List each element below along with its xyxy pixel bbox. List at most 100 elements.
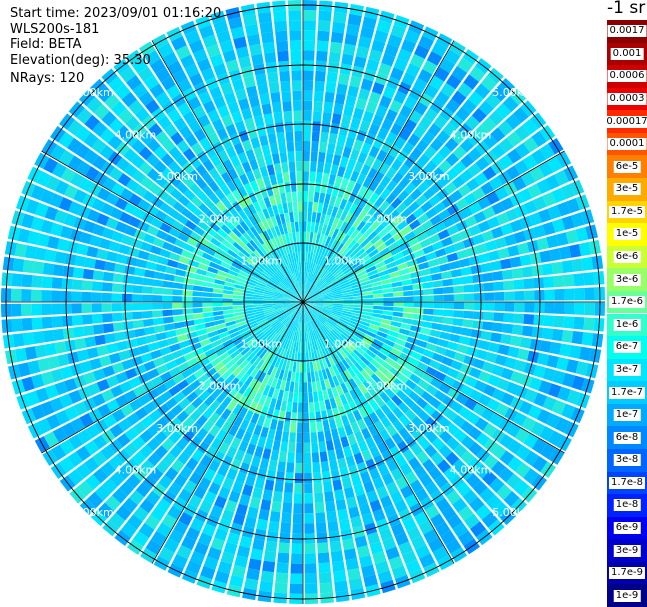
ray-gate-cell bbox=[112, 273, 124, 283]
ray-gate-cell bbox=[401, 317, 413, 325]
ray-gate-cell bbox=[303, 110, 312, 121]
ray-gate-cell bbox=[121, 303, 133, 312]
range-ring-label: 2.00km bbox=[366, 379, 408, 392]
ray-gate-cell bbox=[288, 20, 302, 31]
ray-gate-cell bbox=[289, 171, 296, 182]
ray-gate-cell bbox=[480, 262, 492, 273]
colorbar-tick-label: 1.7e-8 bbox=[608, 476, 646, 489]
ray-gate-cell bbox=[74, 255, 87, 267]
ray-gate-cell bbox=[311, 211, 317, 223]
colorbar-cell: 6e-6 bbox=[607, 245, 647, 269]
ray-gate-cell bbox=[307, 201, 313, 212]
ray-gate-cell bbox=[192, 302, 203, 308]
ray-gate-cell bbox=[303, 392, 309, 403]
ray-gate-cell bbox=[431, 322, 443, 331]
ray-gate-cell bbox=[163, 323, 175, 332]
ray-gate-cell bbox=[524, 290, 535, 301]
ray-gate-cell bbox=[472, 274, 484, 284]
ray-gate-cell bbox=[340, 436, 350, 448]
range-ring-label: 1.00km bbox=[240, 338, 282, 351]
ray-gate-cell bbox=[162, 280, 174, 289]
ray-gate-cell bbox=[74, 338, 87, 350]
instrument-label: WLS200s-181 bbox=[10, 22, 100, 37]
ppi-scan-plot: 1.00km 1.00km 1.00km 1.00km 2.00km 2.00km 2.00… bbox=[1, 0, 605, 604]
ray-gate-cell bbox=[112, 312, 123, 322]
ray-gate-cell bbox=[331, 428, 340, 440]
ray-gate-cell bbox=[262, 302, 273, 305]
colorbar-tick-label: 1.7e-9 bbox=[608, 567, 646, 580]
ray-gate-cell bbox=[523, 278, 535, 290]
ray-gate-cell bbox=[321, 121, 331, 133]
ray-gate-cell bbox=[470, 329, 482, 339]
ray-gate-cell bbox=[500, 258, 512, 270]
ray-gate-cell bbox=[276, 562, 289, 574]
ray-gate-cell bbox=[259, 457, 270, 470]
ray-gate-cell bbox=[318, 441, 327, 453]
ray-gate-cell bbox=[584, 302, 595, 316]
ray-gate-cell bbox=[54, 341, 67, 354]
colorbar-tick-label: 0.00017 bbox=[604, 115, 647, 128]
ray-gate-cell bbox=[303, 171, 310, 182]
ray-gate-cell bbox=[262, 448, 272, 460]
ray-gate-cell bbox=[42, 329, 55, 343]
colorbar-tick-label: 1.7e-5 bbox=[608, 205, 646, 218]
ray-gate-cell bbox=[280, 441, 288, 453]
ray-gate-cell bbox=[483, 311, 494, 321]
ray-gate-cell bbox=[293, 503, 303, 514]
ray-gate-cell bbox=[202, 307, 213, 313]
ray-gate-cell bbox=[310, 161, 317, 172]
ray-gate-cell bbox=[296, 181, 303, 192]
ray-gate-cell bbox=[298, 382, 303, 393]
colorbar-tick-label: 6e-8 bbox=[613, 431, 641, 444]
ray-gate-cell bbox=[272, 491, 283, 503]
field-label: Field: BETA bbox=[10, 37, 82, 52]
ray-gate-cell bbox=[172, 309, 183, 316]
ray-gate-cell bbox=[336, 83, 348, 95]
range-ring-label: 4.00km bbox=[115, 128, 157, 141]
ray-gate-cell bbox=[456, 249, 469, 260]
ray-gate-cell bbox=[373, 297, 384, 302]
ray-gate-cell bbox=[144, 326, 156, 336]
ray-gate-cell bbox=[453, 293, 465, 302]
ray-gate-cell bbox=[277, 552, 290, 564]
colorbar-tick-label: 3e-7 bbox=[613, 363, 641, 376]
ray-gate-cell bbox=[267, 133, 277, 145]
ray-gate-cell bbox=[573, 316, 585, 330]
ray-gate-cell bbox=[393, 306, 404, 312]
ray-gate-cell bbox=[289, 40, 302, 51]
ray-gate-cell bbox=[583, 317, 595, 331]
ray-gate-cell bbox=[458, 258, 471, 268]
range-ring-label: 4.00km bbox=[450, 464, 492, 477]
ray-gate-cell bbox=[321, 410, 328, 422]
ray-gate-cell bbox=[142, 310, 153, 319]
ray-gate-cell bbox=[212, 310, 224, 316]
ray-gate-cell bbox=[249, 496, 261, 509]
ray-gate-cell bbox=[152, 317, 164, 326]
ray-gate-cell bbox=[343, 105, 354, 117]
ray-gate-cell bbox=[288, 442, 296, 453]
ray-gate-cell bbox=[295, 462, 303, 474]
ray-gate-cell bbox=[304, 462, 312, 474]
ray-gate-cell bbox=[549, 341, 562, 355]
ray-gate-cell bbox=[285, 472, 294, 483]
ray-gate-cell bbox=[304, 553, 317, 564]
ray-gate-cell bbox=[257, 436, 267, 448]
ray-gate-cell bbox=[286, 462, 295, 473]
ray-gate-cell bbox=[343, 299, 354, 302]
ray-gate-cell bbox=[392, 286, 404, 292]
ray-gate-cell bbox=[94, 259, 106, 271]
ray-gate-cell bbox=[300, 342, 303, 353]
ray-gate-cell bbox=[315, 512, 326, 524]
ray-gate-cell bbox=[31, 303, 42, 316]
ray-gate-cell bbox=[276, 40, 289, 52]
ray-gate-cell bbox=[295, 372, 300, 383]
ray-gate-cell bbox=[260, 570, 275, 583]
ray-gate-cell bbox=[286, 401, 293, 413]
ray-gate-cell bbox=[84, 336, 97, 348]
ray-gate-cell bbox=[480, 330, 492, 341]
ray-gate-cell bbox=[373, 302, 384, 306]
ray-gate-cell bbox=[561, 329, 574, 343]
ray-gate-cell bbox=[431, 272, 443, 281]
ray-gate-cell bbox=[422, 314, 434, 322]
ray-gate-cell bbox=[309, 171, 316, 182]
